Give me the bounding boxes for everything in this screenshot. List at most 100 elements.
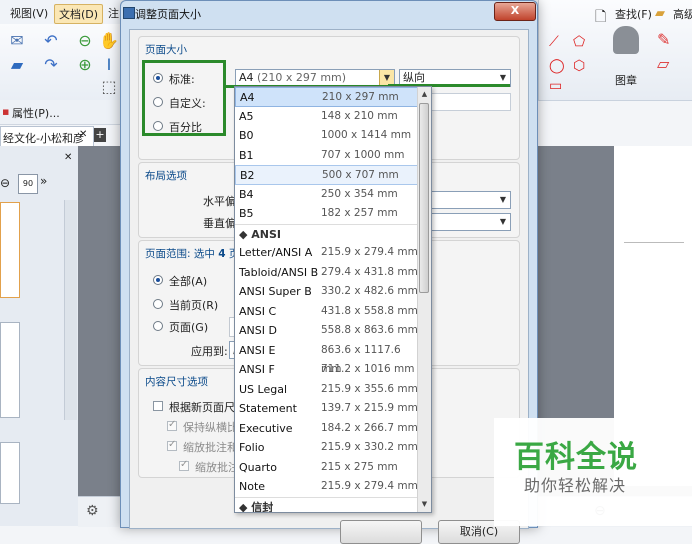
paper-size-option[interactable]: A5 148 x 210 mm <box>235 107 418 127</box>
option-name: ANSI F <box>239 363 275 376</box>
paper-size-option[interactable]: B1 707 x 1000 mm <box>235 146 418 166</box>
menu-document[interactable]: 文档(D) <box>54 4 104 24</box>
settings-icon[interactable]: ⚙ <box>86 503 99 519</box>
keep-ratio-checkbox[interactable] <box>167 419 177 431</box>
document-tab[interactable]: 经文化-小松和彦 ✕ <box>0 126 94 147</box>
page-thumbnail[interactable] <box>0 442 20 504</box>
redo-icon[interactable]: ↷ <box>40 54 62 74</box>
paper-size-option[interactable]: ANSI C 431.8 x 558.8 mm <box>235 302 418 322</box>
ok-button[interactable] <box>340 520 422 544</box>
dropdown-scrollbar[interactable]: ▲ ▼ <box>417 87 431 512</box>
paper-size-option[interactable]: B5 182 x 257 mm <box>235 204 418 224</box>
dialog-title: 调整页面大小 <box>135 8 201 21</box>
page-thumbnail[interactable] <box>0 202 20 298</box>
rotate-icon[interactable]: 90 <box>18 174 38 194</box>
option-group-header: ◆ ANSI <box>235 223 418 245</box>
option-name: Quarto <box>239 460 277 474</box>
page-thumbnail[interactable] <box>0 322 20 418</box>
paper-size-option[interactable]: Note 215.9 x 279.4 mm <box>235 477 418 497</box>
folder-icon: ▰ <box>655 6 665 21</box>
paper-size-option[interactable]: Folio 215.9 x 330.2 mm <box>235 438 418 458</box>
new-tab-icon[interactable]: + <box>94 128 106 142</box>
stamp-label[interactable]: 图章 <box>615 72 637 88</box>
custom-size-field[interactable] <box>427 93 511 111</box>
paper-size-option[interactable]: Executive 184.2 x 266.7 mm <box>235 419 418 439</box>
current-page-label: 当前页(R) <box>169 299 219 312</box>
option-dimensions: 707 x 1000 mm <box>321 148 405 161</box>
vertical-offset-label: 垂直偏 <box>203 217 236 230</box>
chevron-down-icon: ▼ <box>499 217 507 226</box>
snapshot-icon[interactable]: ⬚ <box>98 76 120 96</box>
option-name: B4 <box>239 187 254 201</box>
page-range-count: 4 <box>218 248 226 260</box>
back-icon[interactable]: ⊖ <box>74 30 96 50</box>
paper-size-option[interactable]: B0 1000 x 1414 mm <box>235 126 418 146</box>
current-page-radio[interactable] <box>153 299 163 309</box>
page-range-title: 页面范围: 选中 4 页 <box>145 248 239 260</box>
properties-button[interactable]: 属性(P)... <box>12 105 60 121</box>
option-dimensions: 148 x 210 mm <box>321 109 398 122</box>
zoom-out-icon[interactable]: ⊖ <box>0 176 10 190</box>
find-label[interactable]: 查找(F) <box>615 6 652 22</box>
option-dimensions: 210 x 297 mm <box>322 91 399 103</box>
close-tab-icon[interactable]: ✕ <box>79 129 87 140</box>
right-toolbar: 🗋 查找(F) ▰ 高级 ⟋ ⬠ ◯ ⬡ ▭ 图章 ✎ ▱ <box>538 0 692 100</box>
hexagon-icon[interactable]: ⬡ <box>573 58 585 74</box>
polygon-icon[interactable]: ⬠ <box>573 34 585 50</box>
advanced-label[interactable]: 高级 <box>673 6 692 22</box>
stamp-icon[interactable] <box>613 26 639 54</box>
paper-size-option[interactable]: Tabloid/ANSI B 279.4 x 431.8 mm <box>235 263 418 283</box>
option-dimensions: 215.9 x 279.4 mm <box>321 246 418 258</box>
undo-icon[interactable]: ↶ <box>40 30 62 50</box>
paper-size-option[interactable]: B2 500 x 707 mm <box>235 165 418 185</box>
scroll-down-icon[interactable]: ▼ <box>418 497 431 511</box>
menu-view[interactable]: 视图(V) <box>6 4 52 22</box>
more-icon[interactable]: » <box>40 174 47 188</box>
paper-size-option[interactable]: B4 250 x 354 mm <box>235 185 418 205</box>
panel-close-icon[interactable]: ✕ <box>64 152 72 163</box>
close-button[interactable]: X <box>494 2 536 21</box>
select-text-icon[interactable]: I <box>98 54 120 74</box>
circle-icon[interactable]: ◯ <box>549 58 565 74</box>
page-size-title: 页面大小 <box>145 44 187 56</box>
line-tool-icon[interactable]: ⟋ <box>549 34 559 50</box>
watermark-subtitle: 助你轻松解决 <box>524 476 627 495</box>
rectangle-icon[interactable]: ▭ <box>549 78 562 94</box>
option-name: Folio <box>239 441 265 454</box>
layout-options-title: 布局选项 <box>145 170 187 182</box>
mail-icon[interactable]: ✉ <box>6 30 28 50</box>
forward-icon[interactable]: ⊕ <box>74 54 96 74</box>
paper-size-option[interactable]: US Legal 215.9 x 355.6 mm <box>235 380 418 400</box>
paper-size-option[interactable]: ANSI D 558.8 x 863.6 mm <box>235 321 418 341</box>
scale-comments-and-label: 缩放批注和 <box>183 441 238 454</box>
paper-size-option[interactable]: ANSI F 711.2 x 1016 mm <box>235 360 418 380</box>
option-group-header: ◆ 信封 <box>235 496 418 512</box>
vertical-offset-select[interactable]: ▼ <box>427 213 511 231</box>
scale-comments-checkbox[interactable] <box>179 459 189 471</box>
hand-icon[interactable]: ✋ <box>98 30 120 50</box>
eraser-red-icon[interactable]: ▱ <box>657 54 669 73</box>
scale-comments-and-checkbox[interactable] <box>167 439 177 451</box>
watermark: 百科全说 助你轻松解决 <box>494 418 692 526</box>
paper-size-option[interactable]: Statement 139.7 x 215.9 mm <box>235 399 418 419</box>
option-dimensions: 215.9 x 355.6 mm <box>321 382 418 395</box>
eraser-icon[interactable]: ▰ <box>6 54 28 74</box>
scroll-up-icon[interactable]: ▲ <box>418 87 431 101</box>
option-dimensions: 182 x 257 mm <box>321 207 398 219</box>
scroll-thumb[interactable] <box>419 103 429 293</box>
paper-size-option[interactable]: ANSI Super B 330.2 x 482.6 mm <box>235 282 418 302</box>
paper-size-option[interactable]: A4 210 x 297 mm <box>235 87 418 107</box>
option-name: ANSI Super B <box>239 285 312 298</box>
all-pages-radio[interactable] <box>153 275 163 285</box>
resize-content-checkbox[interactable] <box>153 401 163 411</box>
paper-size-dropdown[interactable]: A4 210 x 297 mm A5 148 x 210 mm B0 1000 x 141… <box>234 86 432 513</box>
option-name: Executive <box>239 421 293 435</box>
pages-radio[interactable] <box>153 321 163 331</box>
highlighter-icon[interactable]: ✎ <box>657 30 670 49</box>
horizontal-offset-select[interactable]: ▼ <box>427 191 511 209</box>
properties-icon: ▪ <box>2 105 10 118</box>
paper-size-option[interactable]: ANSI E 863.6 x 1117.6 mm <box>235 341 418 375</box>
panel-scrollbar[interactable] <box>64 200 77 420</box>
paper-size-option[interactable]: Quarto 215 x 275 mm <box>235 458 418 478</box>
paper-size-option[interactable]: Letter/ANSI A 215.9 x 279.4 mm <box>235 243 418 263</box>
